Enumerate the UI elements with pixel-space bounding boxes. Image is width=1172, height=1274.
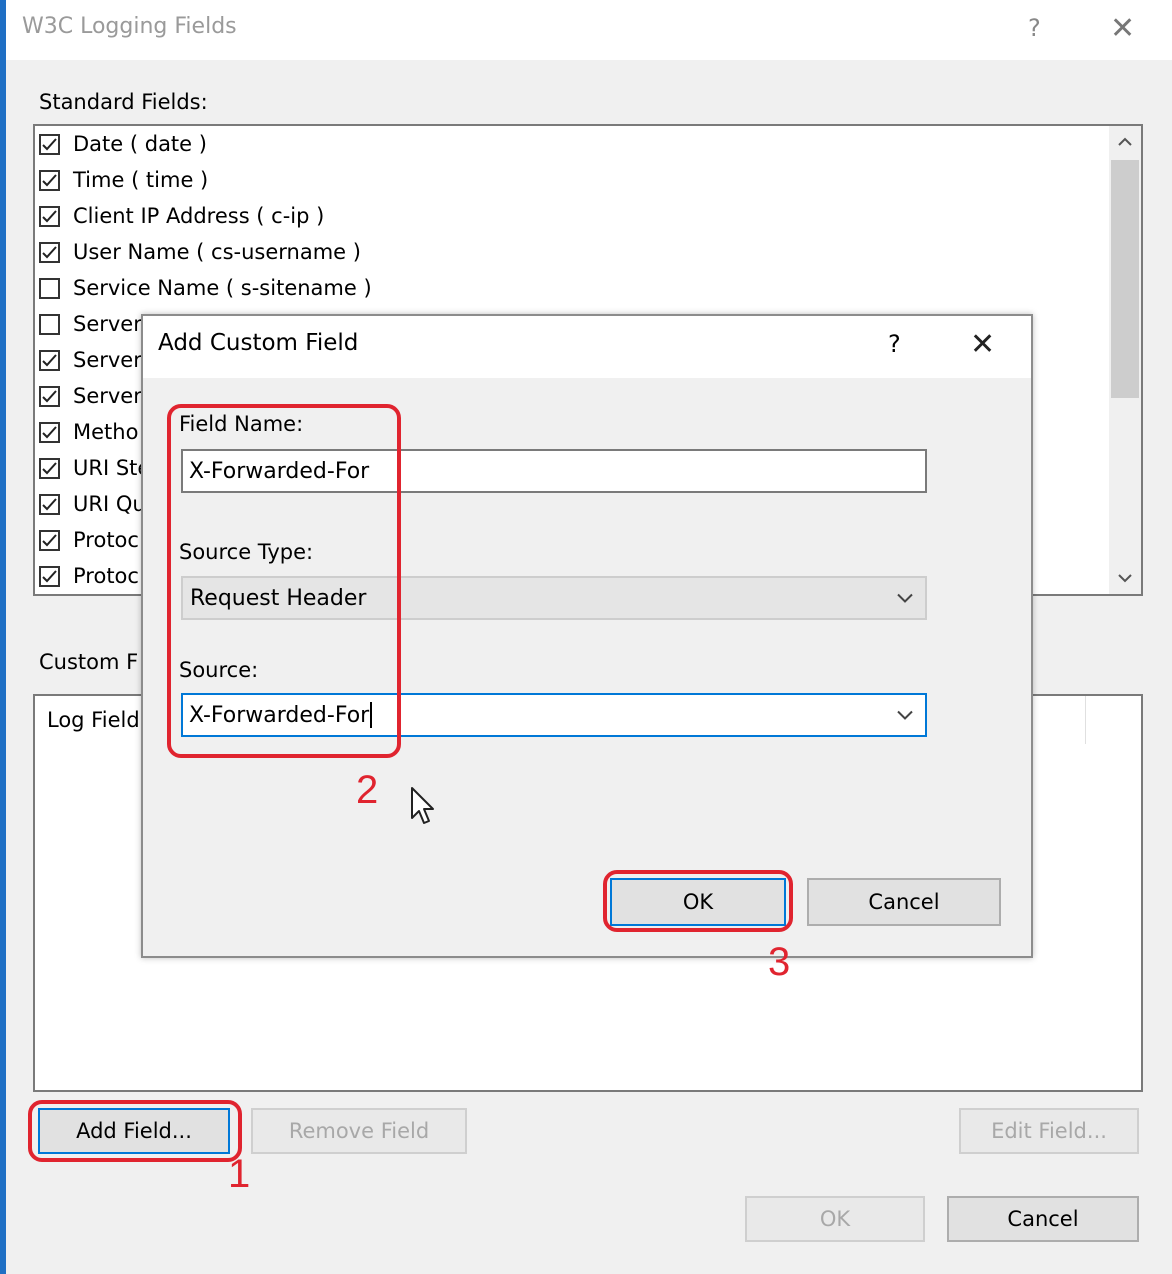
field-label: Server	[73, 312, 142, 336]
annotation-box-add-field	[28, 1100, 242, 1162]
field-label: Client IP Address ( c-ip )	[73, 204, 325, 228]
field-checkbox[interactable]	[39, 457, 60, 479]
checkmark-icon	[42, 245, 57, 258]
edit-field-button[interactable]: Edit Field...	[959, 1108, 1139, 1154]
annotation-box-fields	[167, 404, 401, 758]
dialog-title: Add Custom Field	[158, 330, 359, 356]
standard-field-row[interactable]: Time ( time )	[39, 162, 208, 198]
column-divider	[1085, 696, 1086, 744]
window-left-edge	[0, 0, 6, 1274]
field-checkbox[interactable]	[39, 169, 60, 191]
scroll-up-icon[interactable]	[1115, 132, 1135, 152]
checkmark-icon	[42, 533, 57, 546]
mouse-cursor-icon	[410, 786, 436, 832]
field-checkbox[interactable]	[39, 313, 60, 335]
field-checkbox[interactable]	[39, 277, 60, 299]
checkmark-icon	[42, 137, 57, 150]
field-label: Protoc	[73, 528, 139, 552]
standard-field-row[interactable]: User Name ( cs-username )	[39, 234, 361, 270]
window-title: W3C Logging Fields	[22, 14, 237, 39]
checkmark-icon	[42, 173, 57, 186]
field-checkbox[interactable]	[39, 493, 60, 515]
checkmark-icon	[42, 353, 57, 366]
field-checkbox[interactable]	[39, 133, 60, 155]
field-checkbox[interactable]	[39, 241, 60, 263]
dialog-close-button[interactable]: ✕	[970, 330, 995, 360]
remove-field-button[interactable]: Remove Field	[251, 1108, 467, 1154]
standard-field-row[interactable]: Server	[39, 342, 142, 378]
close-button[interactable]: ✕	[1110, 14, 1135, 44]
checkmark-icon	[42, 497, 57, 510]
standard-field-row[interactable]: Protoc	[39, 558, 139, 594]
standard-fields-label: Standard Fields:	[39, 90, 208, 114]
standard-field-row[interactable]: Client IP Address ( c-ip )	[39, 198, 324, 234]
standard-field-row[interactable]: URI Ste	[39, 450, 150, 486]
standard-field-row[interactable]: Server	[39, 378, 142, 414]
checkmark-icon	[42, 569, 57, 582]
standard-field-row[interactable]: Protoc	[39, 522, 139, 558]
chevron-down-icon[interactable]	[895, 703, 915, 728]
field-checkbox[interactable]	[39, 349, 60, 371]
standard-fields-scrollbar[interactable]	[1109, 126, 1141, 594]
custom-fields-label: Custom F	[39, 650, 139, 674]
field-label: Server	[73, 384, 142, 408]
standard-field-row[interactable]: URI Qu	[39, 486, 146, 522]
scroll-thumb[interactable]	[1111, 160, 1139, 398]
field-label: Metho	[73, 420, 139, 444]
field-checkbox[interactable]	[39, 421, 60, 443]
log-field-column-header[interactable]: Log Field	[47, 708, 140, 732]
scroll-down-icon[interactable]	[1115, 568, 1135, 588]
field-checkbox[interactable]	[39, 385, 60, 407]
field-label: URI Qu	[73, 492, 146, 516]
field-label: Date ( date )	[73, 132, 207, 156]
annotation-step-3: 3	[768, 940, 791, 984]
annotation-step-1: 1	[228, 1152, 251, 1196]
field-label: Time ( time )	[73, 168, 209, 192]
checkmark-icon	[42, 389, 57, 402]
field-label: Server	[73, 348, 142, 372]
help-button[interactable]: ?	[1028, 14, 1041, 42]
standard-field-row[interactable]: Metho	[39, 414, 138, 450]
field-checkbox[interactable]	[39, 565, 60, 587]
standard-field-row[interactable]: Service Name ( s-sitename )	[39, 270, 372, 306]
field-label: URI Ste	[73, 456, 151, 480]
dialog-help-button[interactable]: ?	[888, 330, 901, 358]
dialog-cancel-button[interactable]: Cancel	[807, 878, 1001, 926]
ok-button[interactable]: OK	[745, 1196, 925, 1242]
standard-field-row[interactable]: Date ( date )	[39, 126, 207, 162]
field-label: Service Name ( s-sitename )	[73, 276, 372, 300]
field-label: Protoc	[73, 564, 139, 588]
checkmark-icon	[42, 209, 57, 222]
checkmark-icon	[42, 425, 57, 438]
annotation-step-2: 2	[356, 768, 379, 812]
cancel-button[interactable]: Cancel	[947, 1196, 1139, 1242]
checkmark-icon	[42, 461, 57, 474]
standard-field-row[interactable]: Server	[39, 306, 142, 342]
field-label: User Name ( cs-username )	[73, 240, 361, 264]
field-checkbox[interactable]	[39, 529, 60, 551]
chevron-down-icon	[895, 586, 915, 611]
field-checkbox[interactable]	[39, 205, 60, 227]
annotation-box-ok	[603, 870, 793, 932]
